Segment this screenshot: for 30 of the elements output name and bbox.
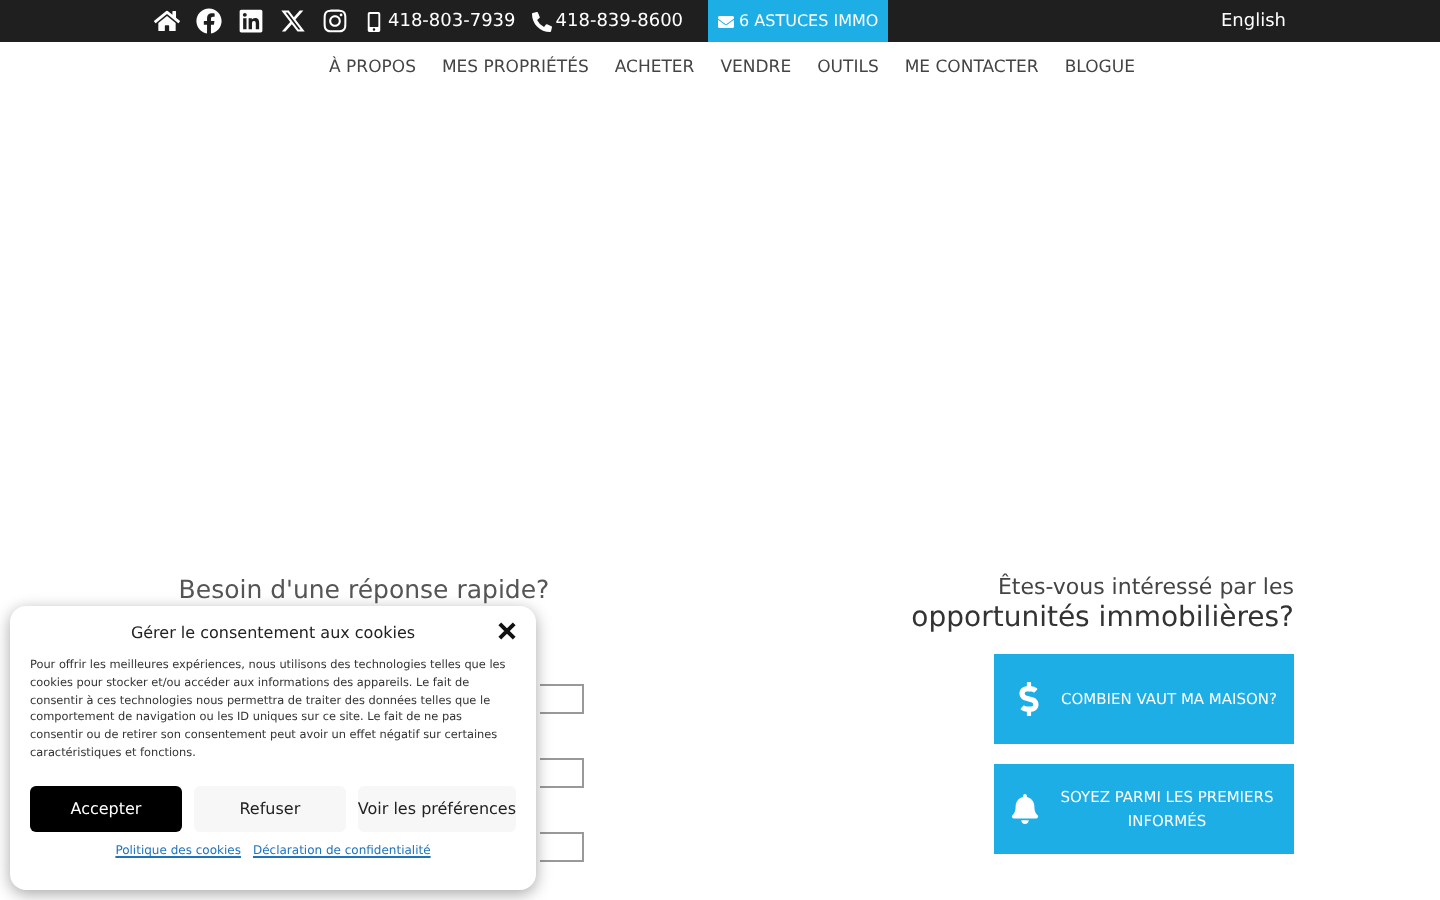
- nav-link[interactable]: À PROPOS: [329, 58, 416, 78]
- nav-link[interactable]: BLOGUE: [1064, 58, 1135, 78]
- phone-number[interactable]: 418-839-8600: [555, 11, 684, 31]
- nav-link[interactable]: ME CONTACTER: [904, 58, 1039, 78]
- instagram-icon[interactable]: [322, 8, 348, 34]
- dialog-title: Gérer le consentement aux cookies: [128, 624, 418, 642]
- dialog-button[interactable]: Voir les préférences: [357, 785, 517, 832]
- x-icon[interactable]: [280, 8, 306, 34]
- nav-link[interactable]: VENDRE: [720, 58, 792, 78]
- dialog-button[interactable]: Refuser: [193, 785, 346, 832]
- section-heading: Besoin d'une réponse rapide?: [178, 574, 550, 604]
- home-icon[interactable]: [154, 8, 180, 34]
- section-subheading: Êtes-vous intéressé par les: [997, 574, 1294, 600]
- bell-icon: [1010, 794, 1040, 824]
- envelope-icon: [717, 13, 734, 29]
- phone-icon: [531, 11, 552, 31]
- dialog-button[interactable]: Accepter: [30, 785, 182, 832]
- nav-link[interactable]: MES PROPRIÉTÉS: [441, 58, 589, 78]
- language-link[interactable]: English: [1221, 11, 1286, 31]
- phone-number[interactable]: 418-803-7939: [388, 11, 516, 31]
- close-icon[interactable]: [498, 622, 516, 640]
- nav-link[interactable]: OUTILS: [817, 58, 879, 78]
- section-heading: opportunités immobilières?: [911, 602, 1294, 634]
- input-field[interactable]: [540, 684, 584, 714]
- input-field[interactable]: [540, 832, 584, 862]
- facebook-icon[interactable]: [196, 8, 222, 34]
- linkedin-icon[interactable]: [238, 8, 264, 34]
- input-field[interactable]: [540, 758, 584, 788]
- mobile-icon: [364, 11, 384, 31]
- nav-link[interactable]: ACHETER: [614, 58, 695, 78]
